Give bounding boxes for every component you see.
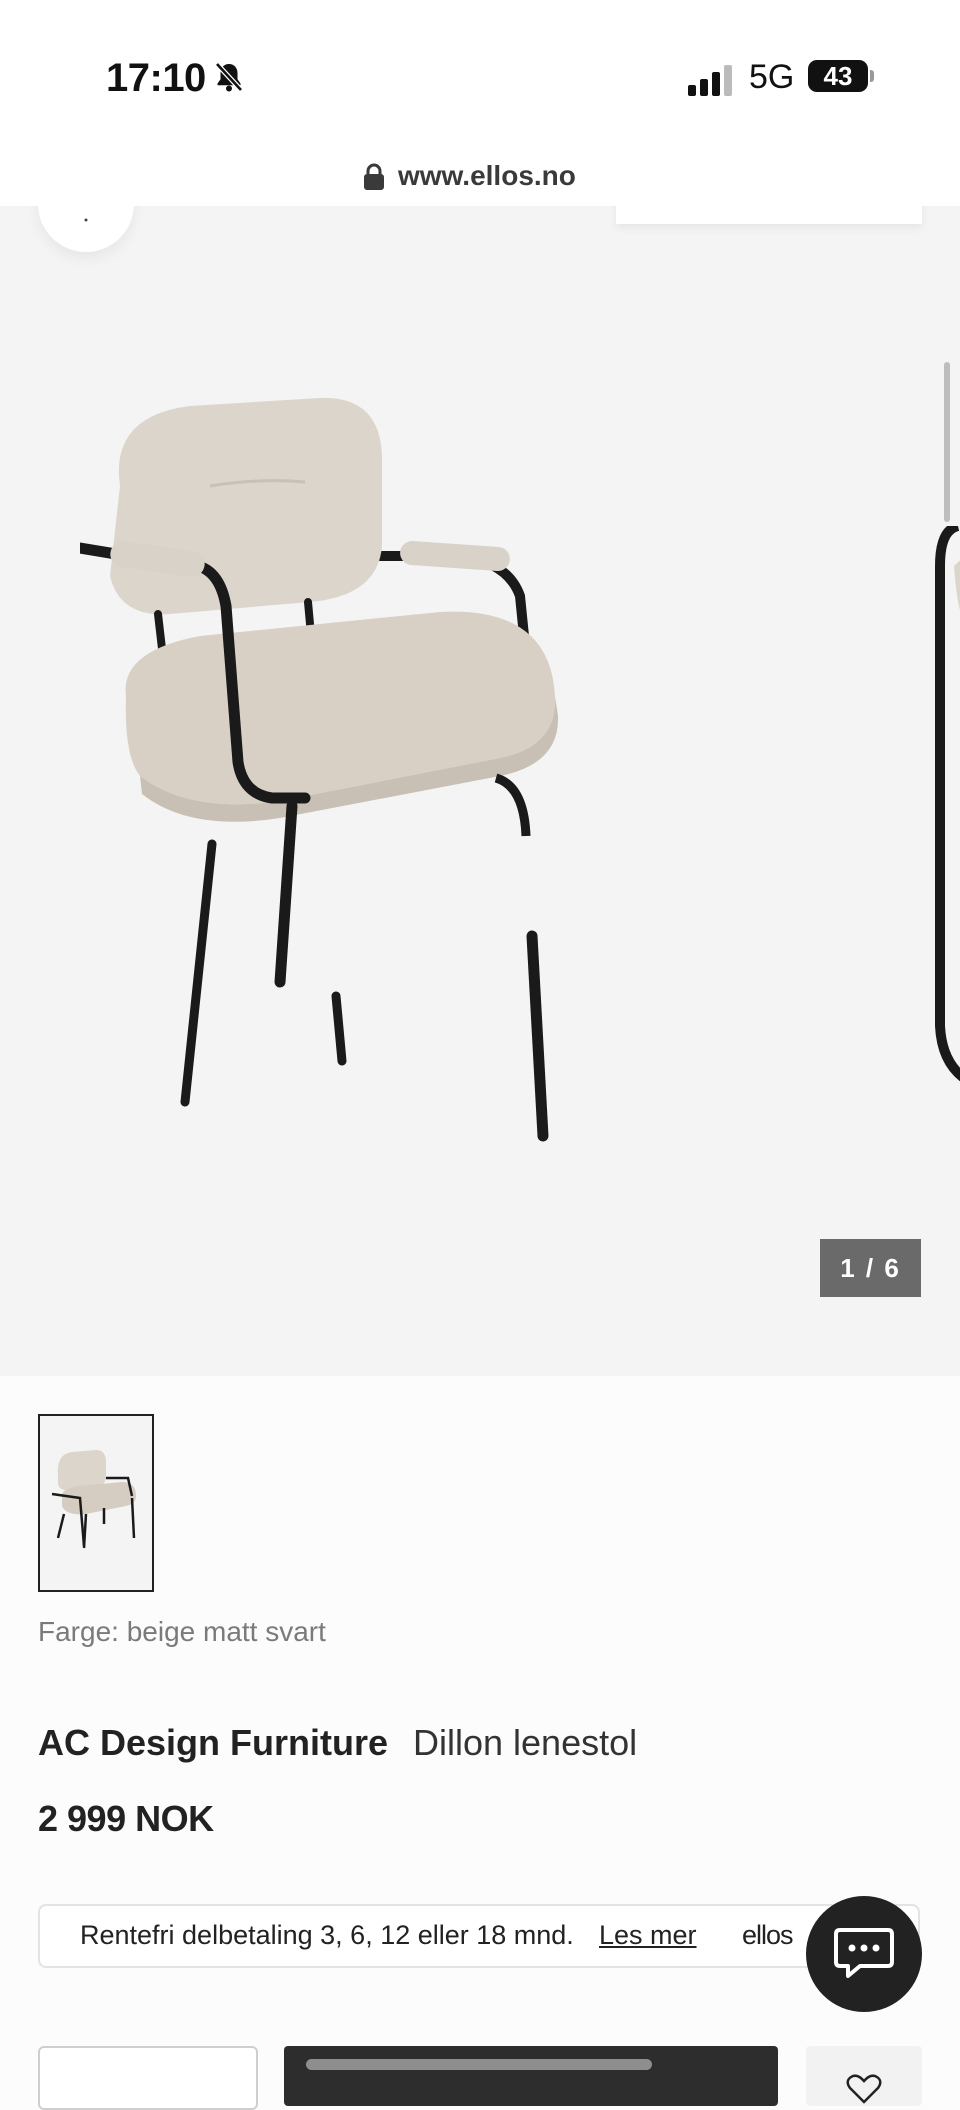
thumbnail-image xyxy=(51,1450,136,1549)
gallery-scrollbar[interactable] xyxy=(944,362,950,522)
next-image-preview[interactable] xyxy=(930,526,960,1086)
signal-icon xyxy=(688,64,734,96)
read-more-link[interactable]: Les mer xyxy=(599,1920,697,1951)
favorite-button[interactable] xyxy=(806,2046,922,2106)
back-arrow-icon xyxy=(84,218,88,222)
product-price: 2 999 NOK xyxy=(38,1798,214,1839)
product-name: Dillon lenestol xyxy=(413,1722,638,1763)
image-counter: 1 / 6 xyxy=(820,1239,921,1297)
clock: 17:10 xyxy=(106,56,206,100)
battery-icon: 43 xyxy=(808,60,868,92)
battery-level: 43 xyxy=(823,61,853,91)
network-type: 5G xyxy=(749,58,795,96)
product-gallery[interactable]: 1 / 6 xyxy=(0,206,960,1376)
url-text[interactable]: www.ellos.no xyxy=(398,160,576,192)
financing-banner: Rentefri delbetaling 3, 6, 12 eller 18 m… xyxy=(38,1904,920,1968)
product-brand[interactable]: AC Design Furniture xyxy=(38,1722,388,1764)
add-to-cart-button[interactable] xyxy=(284,2046,778,2106)
bell-slash-icon xyxy=(215,62,243,92)
back-button[interactable] xyxy=(38,206,134,252)
battery-tip xyxy=(870,70,874,82)
home-indicator xyxy=(306,2059,652,2070)
chat-icon xyxy=(834,1928,894,1978)
gallery-top-card xyxy=(616,206,922,224)
heart-icon xyxy=(846,2074,882,2104)
product-image[interactable] xyxy=(80,366,760,1146)
status-bar: 17:10 5G 43 xyxy=(0,0,960,150)
thumbnail-1[interactable] xyxy=(38,1414,154,1592)
financing-text: Rentefri delbetaling 3, 6, 12 eller 18 m… xyxy=(80,1920,574,1950)
lock-icon xyxy=(364,163,384,190)
browser-url-bar[interactable]: www.ellos.no xyxy=(0,150,960,206)
ellos-logo: ellos xyxy=(742,1920,794,1950)
quantity-selector[interactable] xyxy=(38,2046,258,2110)
color-label: Farge: beige matt svart xyxy=(38,1616,326,1647)
chat-button[interactable] xyxy=(806,1896,922,2012)
